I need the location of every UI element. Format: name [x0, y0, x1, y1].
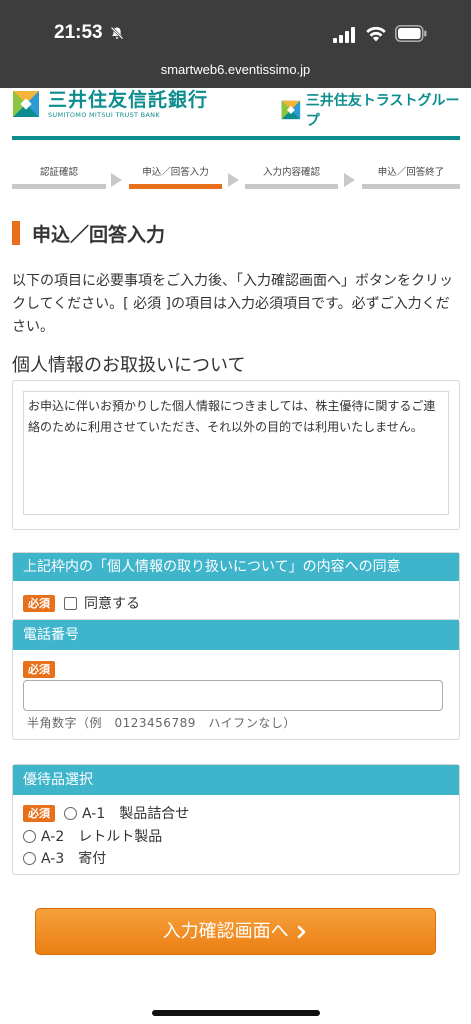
step-arrow-icon	[228, 173, 239, 187]
step-bar	[12, 184, 106, 189]
step-complete: 申込／回答終了	[362, 167, 460, 189]
browser-url-bar[interactable]: smartweb6.eventissimo.jp	[0, 58, 471, 88]
group-logo-mark-icon	[281, 100, 301, 120]
privacy-panel: お申込に伴いお預かりした個人情報につきましては、株主優待に関するご連絡のために利…	[12, 380, 460, 530]
phone-input[interactable]	[23, 680, 443, 711]
phone-hint: 半角数字（例 0123456789 ハイフンなし）	[27, 716, 296, 730]
submit-button-label: 入力確認画面へ	[162, 921, 289, 942]
header-divider	[12, 136, 460, 140]
submit-button[interactable]: 入力確認画面へ	[35, 908, 436, 955]
required-badge: 必須	[23, 661, 55, 678]
gift-option-a2[interactable]: A-2 レトルト製品	[41, 826, 162, 846]
gift-header: 優待品選択	[13, 765, 459, 795]
consent-checkbox[interactable]	[64, 596, 77, 610]
step-confirm: 入力内容確認	[245, 167, 338, 189]
step-label: 申込／回答終了	[377, 167, 445, 178]
bank-logo-sub: SUMITOMO MITSUI TRUST BANK	[48, 111, 160, 119]
consent-checkbox-label[interactable]: 同意する	[84, 593, 140, 613]
step-bar	[245, 184, 338, 189]
chevron-right-icon	[298, 925, 306, 939]
status-time: 21:53	[54, 22, 103, 43]
bell-muted-icon	[110, 26, 124, 40]
gift-option-row: 必須 A-1 製品詰合せ	[23, 803, 189, 823]
page-title-text: 申込／回答入力	[32, 223, 166, 246]
gift-option-a1[interactable]: A-1 製品詰合せ	[82, 803, 189, 823]
group-logo[interactable]: 三井住友トラストグループ	[281, 90, 471, 130]
gift-option-row: A-3 寄付	[23, 848, 106, 868]
step-auth: 認証確認	[12, 167, 106, 189]
intro-text: 以下の項目に必要事項をご入力後、「入力確認画面へ」ボタンをクリックしてください。…	[12, 273, 453, 335]
bank-logo-mark-icon	[13, 91, 39, 117]
status-bar: 21:53	[0, 0, 471, 58]
gift-card: 優待品選択 必須 A-1 製品詰合せ A-2 レトルト製品 A-3 寄付	[12, 764, 460, 875]
gift-radio-a3[interactable]	[23, 851, 36, 865]
heading-accent-bar	[12, 221, 20, 245]
privacy-title: 個人情報のお取扱いについて	[12, 355, 246, 376]
consent-header: 上記枠内の「個人情報の取り扱いについて」の内容への同意	[13, 553, 459, 581]
bank-logo[interactable]: 三井住友信託銀行 SUMITOMO MITSUI TRUST BANK	[12, 88, 208, 120]
required-badge: 必須	[23, 594, 55, 612]
step-arrow-icon	[344, 173, 355, 187]
step-label: 申込／回答入力	[142, 167, 209, 178]
consent-row: 必須 同意する	[23, 593, 140, 613]
gift-option-a3[interactable]: A-3 寄付	[41, 848, 106, 868]
step-bar	[362, 184, 460, 189]
url-text: smartweb6.eventissimo.jp	[160, 62, 311, 77]
step-label: 認証確認	[39, 167, 78, 178]
site-header: 三井住友信託銀行 SUMITOMO MITSUI TRUST BANK 三井住友…	[0, 88, 471, 140]
consent-card: 上記枠内の「個人情報の取り扱いについて」の内容への同意 必須 同意する	[12, 552, 460, 620]
step-input: 申込／回答入力	[129, 167, 222, 189]
phone-card: 電話番号 必須 半角数字（例 0123456789 ハイフンなし）	[12, 620, 460, 740]
home-indicator[interactable]	[152, 1010, 320, 1016]
signal-icon	[333, 27, 355, 43]
gift-option-row: A-2 レトルト製品	[23, 826, 162, 846]
phone-header: 電話番号	[13, 620, 459, 650]
group-logo-name: 三井住友トラストグループ	[305, 93, 460, 129]
battery-icon	[395, 25, 427, 42]
gift-radio-a2[interactable]	[23, 829, 36, 843]
progress-steps: 認証確認 申込／回答入力 入力内容確認 申込／回答終了	[12, 167, 460, 191]
wifi-icon	[366, 26, 386, 42]
step-arrow-icon	[111, 173, 122, 187]
required-badge: 必須	[23, 804, 55, 822]
step-bar	[129, 184, 222, 189]
privacy-textarea[interactable]: お申込に伴いお預かりした個人情報につきましては、株主優待に関するご連絡のために利…	[23, 391, 449, 515]
bank-logo-name: 三井住友信託銀行	[48, 89, 209, 111]
step-label: 入力内容確認	[262, 167, 320, 178]
page-title: 申込／回答入力	[12, 221, 166, 246]
gift-radio-a1[interactable]	[64, 806, 77, 820]
